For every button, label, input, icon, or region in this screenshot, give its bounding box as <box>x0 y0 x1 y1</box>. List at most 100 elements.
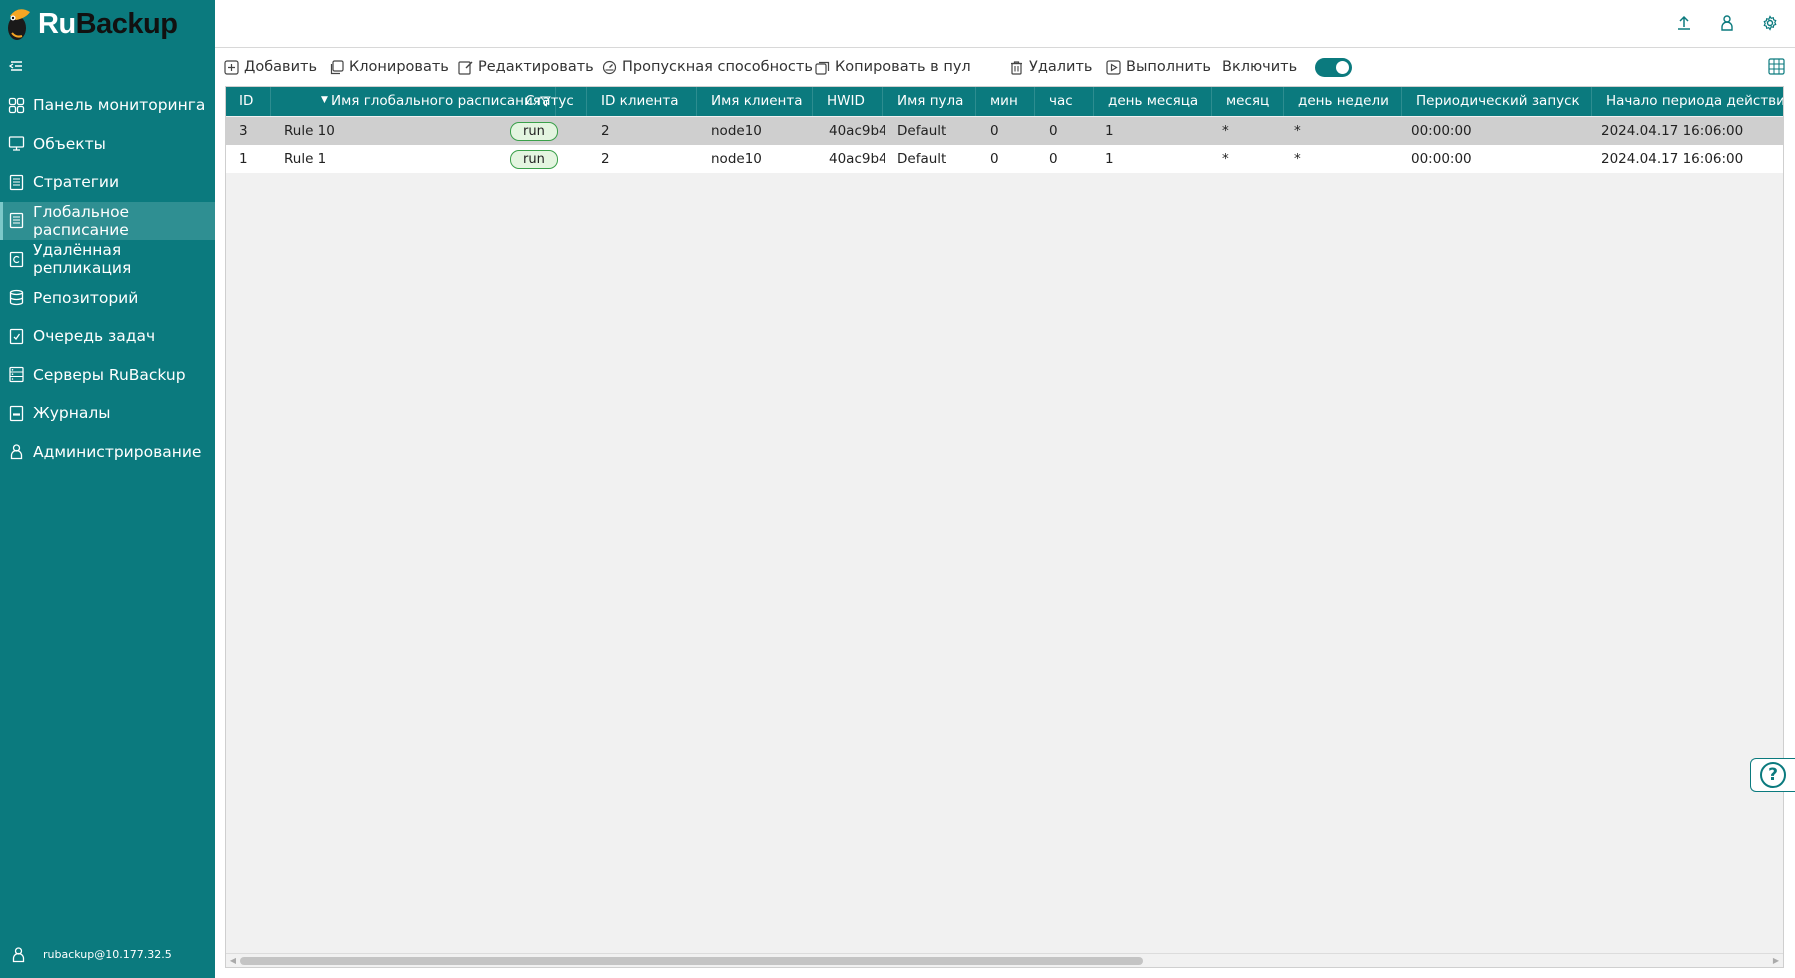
scrollbar-thumb[interactable] <box>240 957 1143 965</box>
cell-periodic-run: 00:00:00 <box>1411 123 1472 139</box>
execute-label: Выполнить <box>1126 59 1211 75</box>
sidebar-item-label: Журналы <box>33 404 111 423</box>
sidebar-item-rubackup-servers[interactable]: Серверы RuBackup <box>0 356 215 395</box>
cell-month: * <box>1222 123 1229 139</box>
add-label: Добавить <box>244 59 317 75</box>
cell-period-start: 2024.04.17 16:06:00 <box>1601 123 1744 139</box>
toucan-logo-icon <box>8 9 30 40</box>
cell-period-start: 2024.04.17 16:06:00 <box>1601 151 1744 167</box>
schedule-icon <box>9 213 24 229</box>
sidebar: RuBackup Панель мониторинга Объекты Стра… <box>0 0 215 978</box>
enable-toggle[interactable] <box>1315 57 1352 77</box>
cell-min: 0 <box>990 123 999 139</box>
delete-label: Удалить <box>1029 59 1093 75</box>
database-icon <box>9 290 24 306</box>
cell-day-of-month: 1 <box>1105 123 1114 139</box>
bandwidth-button[interactable]: Пропускная способность <box>602 59 813 75</box>
clone-button[interactable]: Клонировать <box>329 59 449 75</box>
sidebar-item-administration[interactable]: Администрирование <box>0 433 215 472</box>
status-badge: run <box>510 122 558 141</box>
sidebar-item-task-queue[interactable]: Очередь задач <box>0 317 215 356</box>
clone-label: Клонировать <box>349 59 449 75</box>
table-row[interactable]: 3 Rule 10 run 2 node10 40ac9b48 Default … <box>226 117 1783 145</box>
sort-desc-icon: ▼ <box>321 95 328 105</box>
edit-button[interactable]: Редактировать <box>458 59 594 75</box>
column-header-hour[interactable]: час <box>1035 87 1094 116</box>
column-header-label: Имя глобального расписания <box>331 93 541 109</box>
sidebar-item-monitoring-panel[interactable]: Панель мониторинга <box>0 86 215 125</box>
rubackup-logo[interactable]: RuBackup <box>4 4 178 44</box>
cell-id: 3 <box>239 123 248 139</box>
plus-square-icon <box>224 59 239 75</box>
sidebar-item-objects[interactable]: Объекты <box>0 125 215 164</box>
replication-icon <box>9 251 24 267</box>
cell-hwid: 40ac9b48 <box>829 151 885 167</box>
copy-to-pool-label: Копировать в пул <box>835 59 971 75</box>
column-header-min[interactable]: мин <box>976 87 1035 116</box>
user-profile-icon[interactable] <box>1718 14 1736 32</box>
cell-day-of-month: 1 <box>1105 151 1114 167</box>
column-header-day-of-month[interactable]: день месяца <box>1094 87 1212 116</box>
cell-client-id: 2 <box>601 123 610 139</box>
sidebar-item-label: Администрирование <box>33 442 202 461</box>
sidebar-item-strategies[interactable]: Стратегии <box>0 163 215 202</box>
delete-button[interactable]: Удалить <box>1009 59 1092 75</box>
sidebar-item-label: Серверы RuBackup <box>33 365 186 384</box>
enable-label: Включить <box>1222 59 1298 75</box>
cell-pool-name: Default <box>897 123 947 139</box>
copy-icon <box>330 59 344 74</box>
sidebar-item-label: Удалённая репликация <box>33 241 132 278</box>
sidebar-item-global-schedule[interactable]: Глобальное расписание <box>0 201 215 240</box>
cell-min: 0 <box>990 151 999 167</box>
bandwidth-label: Пропускная способность <box>622 59 813 75</box>
settings-gear-icon[interactable] <box>1761 14 1779 32</box>
column-header-weekday[interactable]: день недели <box>1284 87 1402 116</box>
column-header-pool-name[interactable]: Имя пула <box>883 87 976 116</box>
copy-to-pool-button[interactable]: Копировать в пул <box>815 59 971 75</box>
cell-month: * <box>1222 151 1229 167</box>
column-header-period-start[interactable]: Начало периода действия <box>1592 87 1783 116</box>
task-queue-icon <box>9 328 24 344</box>
copy-to-pool-icon <box>815 61 830 75</box>
add-button[interactable]: Добавить <box>224 59 317 75</box>
column-header-status[interactable]: Статус <box>511 87 587 116</box>
collapse-sidebar-icon[interactable] <box>8 58 24 74</box>
column-header-periodic-run[interactable]: Периодический запуск <box>1402 87 1592 116</box>
sidebar-item-label: Панель мониторинга <box>33 96 206 115</box>
document-icon <box>9 174 24 190</box>
dashboard-icon <box>8 97 25 113</box>
column-header-hwid[interactable]: HWID <box>813 87 883 116</box>
current-user[interactable]: rubackup@10.177.32.5 <box>10 946 172 963</box>
top-header <box>215 0 1795 48</box>
sidebar-nav: Панель мониторинга Объекты Стратегии Гло… <box>0 86 215 471</box>
cell-client-name: node10 <box>711 151 762 167</box>
sidebar-item-logs[interactable]: Журналы <box>0 394 215 433</box>
column-header-month[interactable]: месяц <box>1212 87 1284 116</box>
scroll-right-arrow-icon[interactable]: ▶ <box>1771 956 1781 966</box>
column-header-id[interactable]: ID <box>226 87 271 116</box>
scroll-left-arrow-icon[interactable]: ◀ <box>228 956 238 966</box>
execute-button[interactable]: Выполнить <box>1106 59 1211 75</box>
cell-schedule-name: Rule 10 <box>284 123 335 139</box>
global-schedule-table: ID ▼ Имя глобального расписания Статус I… <box>225 86 1784 968</box>
user-login: rubackup@10.177.32.5 <box>43 948 172 961</box>
speedometer-icon <box>602 60 617 74</box>
horizontal-scrollbar[interactable]: ◀ ▶ <box>226 953 1783 967</box>
cell-id: 1 <box>239 151 248 167</box>
cell-periodic-run: 00:00:00 <box>1411 151 1472 167</box>
play-icon <box>1106 59 1121 75</box>
upload-icon[interactable] <box>1675 14 1693 32</box>
server-icon <box>9 367 24 383</box>
cell-pool-name: Default <box>897 151 947 167</box>
table-row[interactable]: 1 Rule 1 run 2 node10 40ac9b48 Default 0… <box>226 145 1783 173</box>
admin-user-icon <box>10 444 23 460</box>
column-header-client-name[interactable]: Имя клиента <box>697 87 813 116</box>
cell-status: run <box>510 117 558 145</box>
column-settings-icon[interactable] <box>1768 58 1785 75</box>
cell-weekday: * <box>1294 123 1301 139</box>
help-button[interactable]: ? <box>1750 758 1795 792</box>
sidebar-item-remote-replication[interactable]: Удалённая репликация <box>0 240 215 279</box>
trash-icon <box>1011 60 1022 75</box>
column-header-client-id[interactable]: ID клиента <box>587 87 697 116</box>
sidebar-item-repository[interactable]: Репозиторий <box>0 279 215 318</box>
